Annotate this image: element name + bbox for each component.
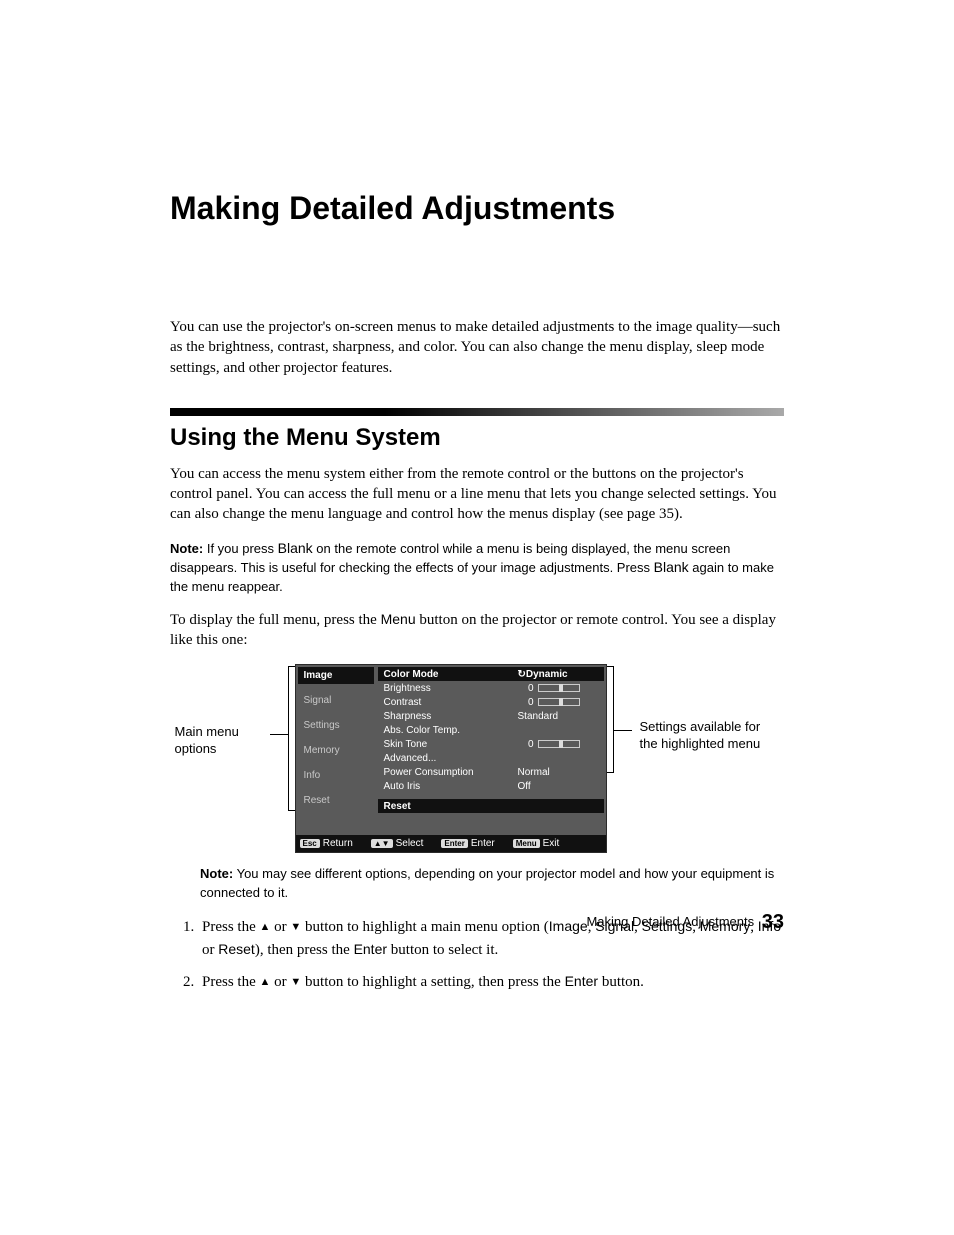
osd-row-auto-iris[interactable]: Auto Iris Off [378, 779, 604, 793]
menu-option: Image [549, 918, 588, 934]
osd-footer-enter: Enter Enter [441, 838, 494, 849]
menu-key: Menu [381, 611, 416, 627]
osd-row-reset[interactable]: Reset [378, 799, 604, 813]
osd-label: Color Mode [384, 669, 518, 680]
osd-footer-return: EscReturn [300, 838, 353, 849]
cycle-icon: ↻ [518, 669, 526, 680]
osd-label: Advanced... [384, 753, 518, 764]
step-text: Press the [202, 919, 260, 935]
footer-label: Enter [471, 838, 495, 849]
osd-value: Off [518, 781, 598, 792]
note-text: If you press [203, 541, 277, 556]
leader-line [270, 734, 288, 735]
osd-row-brightness[interactable]: Brightness 0 [378, 681, 604, 695]
osd-label: Sharpness [384, 711, 518, 722]
up-arrow-icon: ▲ [260, 976, 271, 988]
enter-key-icon: Enter [441, 839, 467, 848]
osd-figure: Main menu options Image Signal Settings … [170, 664, 784, 853]
down-arrow-icon: ▼ [290, 921, 301, 933]
page-footer: Making Detailed Adjustments 33 [586, 911, 784, 934]
note-1: Note: If you press Blank on the remote c… [170, 539, 784, 596]
note-label: Note: [170, 541, 203, 556]
bracket-left [288, 666, 295, 811]
footer-text: Making Detailed Adjustments [586, 914, 754, 929]
osd-side-item-image[interactable]: Image [298, 667, 374, 684]
step-text: ), then press the [255, 942, 354, 958]
enter-key: Enter [565, 973, 598, 989]
section-rule [170, 408, 784, 416]
blank-key: Blank [654, 559, 689, 575]
osd-label: Brightness [384, 683, 518, 694]
osd-side-item-info[interactable]: Info [298, 767, 374, 784]
osd-label: Auto Iris [384, 781, 518, 792]
osd-row-abs-color-temp[interactable]: Abs. Color Temp. [378, 723, 604, 737]
osd-footer-select: ▲▼Select [371, 838, 424, 849]
figure-right-label: Settings available for the highlighted m… [640, 719, 780, 753]
updown-key-icon: ▲▼ [371, 839, 393, 848]
footer-label: Select [396, 838, 424, 849]
osd-main: Color Mode ↻Dynamic Brightness 0 Contras… [376, 665, 606, 835]
footer-label: Return [323, 838, 353, 849]
osd-value: 0 [518, 683, 534, 694]
osd-footer: EscReturn ▲▼Select Enter Enter MenuExit [296, 835, 606, 852]
osd-row-power-consumption[interactable]: Power Consumption Normal [378, 765, 604, 779]
step-text: button. [598, 974, 644, 990]
step-text: Press the [202, 974, 260, 990]
osd-value: Normal [518, 767, 598, 778]
osd-side-item-memory[interactable]: Memory [298, 742, 374, 759]
osd-label: Reset [384, 801, 598, 812]
section-heading: Using the Menu System [170, 424, 784, 452]
intro-paragraph: You can use the projector's on-screen me… [170, 317, 784, 378]
osd-value: Standard [518, 711, 598, 722]
figure-left-label: Main menu options [175, 724, 270, 758]
osd-value: Dynamic [526, 669, 568, 680]
section-paragraph-1: You can access the menu system either fr… [170, 464, 784, 525]
page-number: 33 [762, 911, 784, 933]
section-paragraph-2: To display the full menu, press the Menu… [170, 610, 784, 651]
step-text: button to highlight a setting, then pres… [301, 974, 564, 990]
osd-window: Image Signal Settings Memory Info Reset … [295, 664, 607, 853]
note-text: You may see different options, depending… [200, 866, 774, 899]
enter-key: Enter [354, 941, 387, 957]
osd-row-sharpness[interactable]: Sharpness Standard [378, 709, 604, 723]
up-arrow-icon: ▲ [260, 921, 271, 933]
page-title: Making Detailed Adjustments [170, 190, 784, 227]
slider-bar [538, 740, 580, 748]
step-text: or [270, 919, 290, 935]
leader-line [614, 730, 632, 731]
osd-label: Power Consumption [384, 767, 518, 778]
step-text: button to highlight a main menu option ( [301, 919, 548, 935]
slider-bar [538, 698, 580, 706]
step-text: button to select it. [387, 942, 498, 958]
osd-value: 0 [518, 739, 534, 750]
osd-row-contrast[interactable]: Contrast 0 [378, 695, 604, 709]
osd-row-advanced[interactable]: Advanced... [378, 751, 604, 765]
osd-footer-exit: MenuExit [513, 838, 560, 849]
bracket-right [607, 666, 614, 773]
osd-value: 0 [518, 697, 534, 708]
osd-label: Contrast [384, 697, 518, 708]
step-2: Press the ▲ or ▼ button to highlight a s… [198, 971, 784, 994]
osd-row-color-mode[interactable]: Color Mode ↻Dynamic [378, 667, 604, 681]
blank-key: Blank [278, 540, 313, 556]
note-label: Note: [200, 866, 233, 881]
step-text: or [270, 974, 290, 990]
osd-label: Abs. Color Temp. [384, 725, 518, 736]
osd-sidebar: Image Signal Settings Memory Info Reset [296, 665, 376, 835]
down-arrow-icon: ▼ [290, 976, 301, 988]
footer-label: Exit [543, 838, 560, 849]
slider-bar [538, 684, 580, 692]
osd-row-skin-tone[interactable]: Skin Tone 0 [378, 737, 604, 751]
step-text: or [202, 942, 218, 958]
note-2: Note: You may see different options, dep… [200, 865, 784, 901]
esc-key-icon: Esc [300, 839, 320, 848]
menu-key-icon: Menu [513, 839, 540, 848]
osd-label: Skin Tone [384, 739, 518, 750]
osd-side-item-signal[interactable]: Signal [298, 692, 374, 709]
menu-option: Reset [218, 941, 255, 957]
osd-side-item-settings[interactable]: Settings [298, 717, 374, 734]
body-text: To display the full menu, press the [170, 612, 381, 628]
osd-side-item-reset[interactable]: Reset [298, 792, 374, 809]
